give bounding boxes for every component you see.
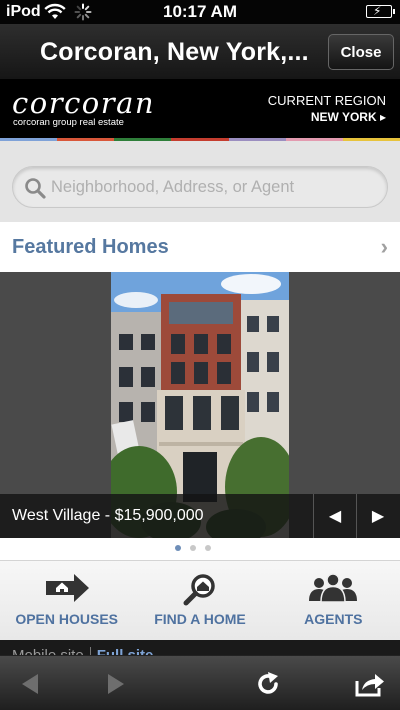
open-houses-label: OPEN HOUSES <box>15 611 119 627</box>
featured-slider[interactable]: West Village - $15,900,000 ◀ ▶ <box>0 272 400 538</box>
battery-icon: ⚡ <box>366 4 395 18</box>
search-area <box>0 154 400 222</box>
chevron-left-icon: ◀ <box>328 508 342 525</box>
share-button[interactable] <box>340 656 400 710</box>
reload-button[interactable] <box>238 656 298 710</box>
forward-arrow-icon <box>108 673 124 694</box>
search-icon <box>25 178 46 199</box>
find-a-home-button[interactable]: FIND A HOME <box>133 561 266 640</box>
back-arrow-icon <box>22 673 38 694</box>
magnifier-house-icon <box>183 574 215 606</box>
corcoran-logo[interactable]: corcoran <box>12 86 155 120</box>
clock: 10:17 AM <box>162 2 237 21</box>
slider-pagination <box>0 538 400 560</box>
site-footer: Mobile site Full site <box>0 640 400 655</box>
back-button[interactable] <box>0 656 60 710</box>
featured-homes-header[interactable]: Featured Homes › <box>0 222 400 272</box>
house-arrow-icon <box>45 574 89 602</box>
current-region-value[interactable]: NEW YORK ▸ <box>311 110 386 124</box>
logo-tagline: corcoran group real estate <box>13 117 124 128</box>
pagination-dot[interactable] <box>175 545 181 551</box>
open-houses-button[interactable]: OPEN HOUSES <box>0 561 133 640</box>
people-icon <box>309 573 358 603</box>
current-region-label[interactable]: CURRENT REGION <box>268 93 386 108</box>
mobile-site-link[interactable]: Mobile site <box>12 647 84 655</box>
brand-header: corcoran corcoran group real estate CURR… <box>0 80 400 140</box>
full-site-link[interactable]: Full site <box>97 647 154 655</box>
divider <box>89 647 91 655</box>
pagination-dot[interactable] <box>205 545 211 551</box>
listing-caption[interactable]: West Village - $15,900,000 <box>12 507 204 525</box>
chevron-right-icon: › <box>380 234 388 259</box>
browser-toolbar <box>0 655 400 710</box>
agents-button[interactable]: AGENTS <box>267 561 400 640</box>
prev-slide-button[interactable]: ◀ <box>313 494 356 538</box>
search-box[interactable] <box>12 166 388 208</box>
next-slide-button[interactable]: ▶ <box>356 494 399 538</box>
forward-button[interactable] <box>86 656 146 710</box>
slide-caption-bar: West Village - $15,900,000 ◀ ▶ <box>0 494 400 538</box>
search-input[interactable] <box>51 175 381 199</box>
featured-homes-title: Featured Homes <box>12 236 169 258</box>
divider <box>0 141 400 154</box>
status-bar: iPod 10:17 AM ⚡ <box>0 0 400 24</box>
pagination-dot[interactable] <box>190 545 196 551</box>
quick-nav: OPEN HOUSES FIND A HOME AGENTS <box>0 560 400 640</box>
chevron-right-icon: ▶ <box>371 508 385 525</box>
title-bar: Corcoran, New York,... Close <box>0 24 400 80</box>
find-a-home-label: FIND A HOME <box>154 611 246 627</box>
agents-label: AGENTS <box>304 611 363 627</box>
reload-icon <box>258 671 278 694</box>
share-icon <box>355 673 384 696</box>
page-title: Corcoran, New York,... <box>40 38 309 66</box>
close-button[interactable]: Close <box>328 34 394 70</box>
